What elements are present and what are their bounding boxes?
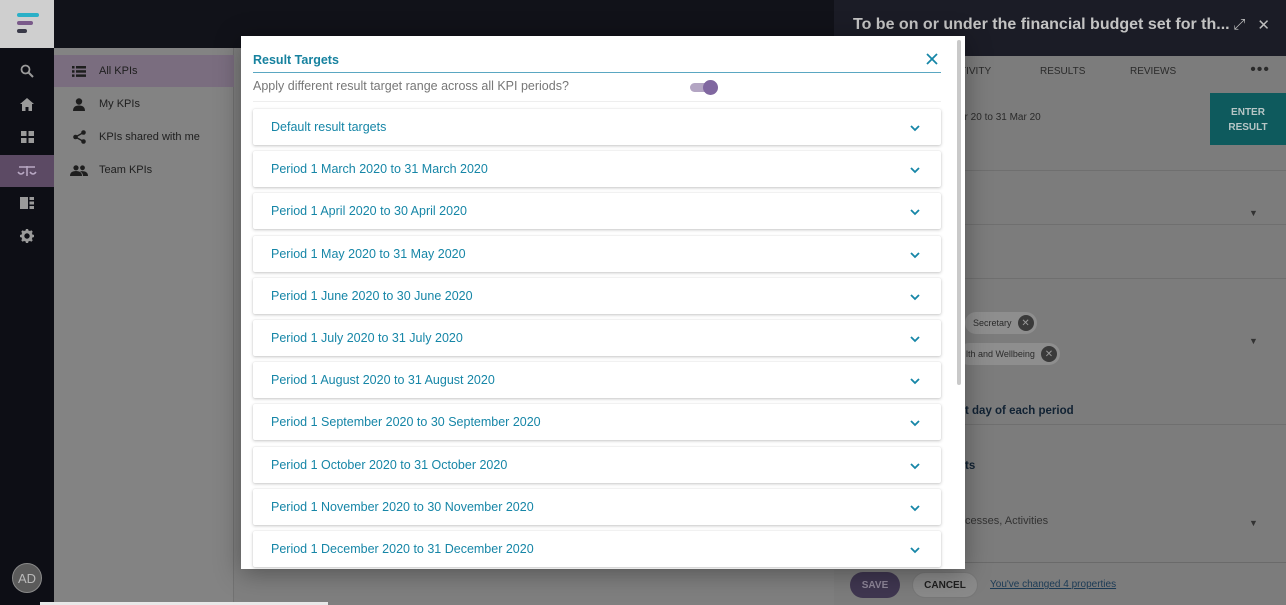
cancel-button[interactable]: CANCEL — [912, 572, 978, 598]
chip-label: Secretary — [973, 318, 1012, 328]
logo-bar — [17, 21, 33, 25]
changed-properties-link[interactable]: You've changed 4 properties — [990, 579, 1116, 590]
chevron-down-icon[interactable] — [909, 374, 921, 386]
subnav-item-my-kpis[interactable]: My KPIs — [54, 88, 234, 120]
app-logo[interactable] — [0, 0, 54, 48]
section-label: Period 1 July 2020 to 31 July 2020 — [271, 330, 463, 345]
result-target-sections: Default result targets Period 1 March 202… — [253, 109, 941, 569]
period-setting-text: t day of each period — [965, 405, 1074, 417]
section-label: Period 1 March 2020 to 31 March 2020 — [271, 162, 488, 177]
tab-reviews[interactable]: REVIEWS — [1130, 66, 1176, 77]
default-targets-section[interactable]: Default result targets — [253, 109, 941, 145]
list-icon — [70, 62, 88, 80]
modal-title: Result Targets — [253, 53, 339, 67]
section-text: ts — [965, 460, 976, 472]
apply-range-label: Apply different result target range acro… — [253, 79, 569, 93]
period-section[interactable]: Period 1 March 2020 to 31 March 2020 — [253, 151, 941, 188]
period-date-range: ar 20 to 31 Mar 20 — [959, 112, 1041, 123]
logo-bar — [17, 13, 39, 17]
subnav-item-all-kpis[interactable]: All KPIs — [54, 55, 234, 87]
caret-down-icon[interactable]: ▼ — [1249, 336, 1258, 346]
divider — [964, 224, 1286, 225]
section-label: Period 1 September 2020 to 30 September … — [271, 415, 541, 430]
more-icon[interactable]: ••• — [1250, 61, 1270, 79]
subnav-item-shared-kpis[interactable]: KPIs shared with me — [54, 121, 234, 153]
remove-icon[interactable]: ✕ — [1040, 346, 1057, 362]
caret-down-icon[interactable]: ▼ — [1249, 518, 1258, 528]
tag-chip: lth and Wellbeing ✕ — [958, 343, 1060, 365]
chevron-down-icon[interactable] — [909, 205, 921, 217]
grid-icon[interactable] — [0, 121, 54, 153]
chip-label: lth and Wellbeing — [966, 349, 1035, 359]
title-divider — [253, 72, 941, 73]
period-section[interactable]: Period 1 October 2020 to 31 October 2020 — [253, 446, 941, 483]
section-label: Period 1 August 2020 to 31 August 2020 — [271, 373, 495, 388]
period-section[interactable]: Period 1 June 2020 to 30 June 2020 — [253, 277, 941, 314]
caret-down-icon[interactable]: ▼ — [1249, 208, 1258, 218]
processes-text: cesses, Activities — [965, 515, 1049, 527]
kpi-subnav: All KPIs My KPIs KPIs shared with me Tea… — [54, 48, 234, 605]
chevron-down-icon[interactable] — [909, 163, 921, 175]
section-label: Period 1 April 2020 to 30 April 2020 — [271, 204, 467, 219]
period-section[interactable]: Period 1 December 2020 to 31 December 20… — [253, 530, 941, 567]
chevron-down-icon[interactable] — [909, 290, 921, 302]
section-label: Period 1 October 2020 to 31 October 2020 — [271, 457, 508, 472]
list-icon[interactable] — [0, 187, 54, 219]
chevron-down-icon[interactable] — [909, 543, 921, 555]
modal-scrollbar[interactable] — [957, 40, 961, 385]
panel-title: To be on or under the financial budget s… — [853, 16, 1230, 33]
subnav-label: All KPIs — [99, 65, 138, 77]
group-icon — [70, 161, 88, 179]
chevron-down-icon[interactable] — [909, 459, 921, 471]
period-section[interactable]: Period 1 May 2020 to 31 May 2020 — [253, 235, 941, 272]
user-avatar[interactable]: AD — [12, 563, 42, 593]
result-targets-modal: Result Targets Apply different result ta… — [241, 36, 965, 569]
expand-icon[interactable]: ⤢ — [1233, 16, 1245, 34]
close-icon[interactable]: ✕ — [1257, 16, 1270, 34]
section-label: Period 1 June 2020 to 30 June 2020 — [271, 288, 473, 303]
apply-range-toggle[interactable] — [690, 80, 718, 95]
section-label: Period 1 November 2020 to 30 November 20… — [271, 499, 534, 514]
tab-results[interactable]: RESULTS — [1040, 66, 1085, 77]
gear-icon[interactable] — [0, 220, 54, 252]
person-icon — [70, 95, 88, 113]
logo-bar — [17, 29, 27, 33]
tag-chip: Secretary ✕ — [965, 312, 1037, 334]
period-section[interactable]: Period 1 August 2020 to 31 August 2020 — [253, 362, 941, 399]
subnav-label: Team KPIs — [99, 164, 153, 176]
chevron-down-icon[interactable] — [909, 501, 921, 513]
divider — [964, 424, 1286, 425]
close-icon[interactable] — [923, 50, 941, 68]
period-section[interactable]: Period 1 July 2020 to 31 July 2020 — [253, 319, 941, 356]
chevron-down-icon[interactable] — [909, 248, 921, 260]
share-icon — [70, 128, 88, 146]
section-label: Default result targets — [271, 120, 387, 134]
search-icon[interactable] — [0, 55, 54, 87]
toggle-knob — [703, 80, 718, 95]
divider — [964, 170, 1286, 171]
home-icon[interactable] — [0, 88, 54, 120]
section-label: Period 1 December 2020 to 31 December 20… — [271, 541, 534, 556]
period-section[interactable]: Period 1 April 2020 to 30 April 2020 — [253, 193, 941, 230]
app-rail: AD — [0, 0, 54, 605]
chevron-down-icon[interactable] — [909, 121, 921, 133]
remove-icon[interactable]: ✕ — [1017, 315, 1034, 331]
period-section[interactable]: Period 1 November 2020 to 30 November 20… — [253, 488, 941, 525]
enter-result-button[interactable]: ENTER RESULT — [1210, 93, 1286, 145]
chevron-down-icon[interactable] — [909, 332, 921, 344]
divider — [964, 278, 1286, 279]
subnav-label: My KPIs — [99, 98, 140, 110]
subnav-label: KPIs shared with me — [99, 131, 200, 143]
period-section[interactable]: Period 1 September 2020 to 30 September … — [253, 404, 941, 441]
chevron-down-icon[interactable] — [909, 416, 921, 428]
save-button[interactable]: SAVE — [850, 572, 900, 598]
divider — [253, 101, 941, 102]
subnav-item-team-kpis[interactable]: Team KPIs — [54, 154, 234, 186]
enter-result-label: RESULT — [1228, 122, 1268, 133]
balance-scale-icon[interactable] — [0, 155, 54, 187]
section-label: Period 1 May 2020 to 31 May 2020 — [271, 246, 466, 261]
enter-result-label: ENTER — [1231, 107, 1265, 118]
